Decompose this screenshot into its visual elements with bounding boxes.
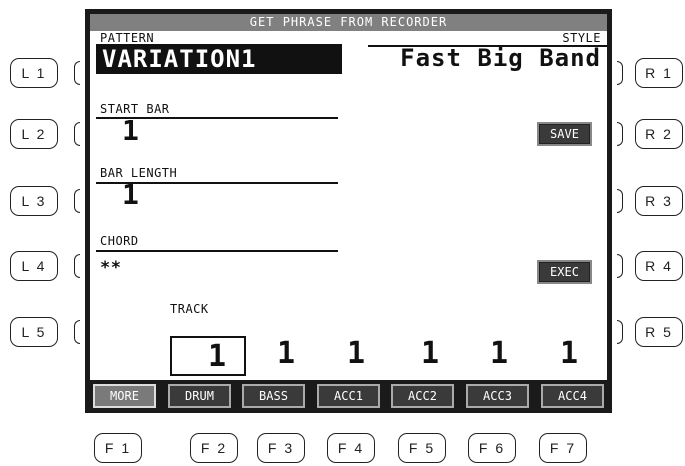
r5-button[interactable]: R 5 [635, 317, 683, 347]
tab-acc4[interactable]: ACC4 [541, 384, 604, 408]
r5-bracket [617, 320, 623, 344]
track-2-value[interactable]: 1 [266, 336, 306, 371]
f2-button[interactable]: F 2 [190, 433, 238, 463]
l4-bracket [74, 254, 80, 278]
lcd-screen: GET PHRASE FROM RECORDER PATTERN VARIATI… [85, 9, 612, 413]
chord-underline [96, 250, 338, 252]
f5-button[interactable]: F 5 [398, 433, 446, 463]
style-label: STYLE [562, 31, 601, 45]
l1-bracket [74, 61, 80, 85]
l1-button[interactable]: L 1 [10, 58, 58, 88]
track-label: TRACK [170, 302, 209, 316]
pattern-value[interactable]: VARIATION1 [96, 44, 342, 74]
r3-button[interactable]: R 3 [635, 186, 683, 216]
l2-bracket [74, 122, 80, 146]
r4-bracket [617, 254, 623, 278]
tab-bass[interactable]: BASS [242, 384, 305, 408]
style-value[interactable]: Fast Big Band [400, 44, 601, 72]
r2-button[interactable]: R 2 [635, 119, 683, 149]
l4-button[interactable]: L 4 [10, 251, 58, 281]
f4-button[interactable]: F 4 [327, 433, 375, 463]
l2-button[interactable]: L 2 [10, 119, 58, 149]
r3-bracket [617, 189, 623, 213]
r4-button[interactable]: R 4 [635, 251, 683, 281]
tab-acc3[interactable]: ACC3 [466, 384, 529, 408]
f3-button[interactable]: F 3 [257, 433, 305, 463]
f1-button[interactable]: F 1 [94, 433, 142, 463]
track-4-value[interactable]: 1 [410, 336, 450, 371]
tab-more[interactable]: MORE [93, 384, 156, 408]
l5-bracket [74, 320, 80, 344]
track-5-value[interactable]: 1 [479, 336, 519, 371]
chord-label: CHORD [100, 234, 139, 248]
chord-value[interactable]: ** [100, 258, 121, 278]
exec-button[interactable]: EXEC [537, 260, 592, 284]
f7-button[interactable]: F 7 [539, 433, 587, 463]
l5-button[interactable]: L 5 [10, 317, 58, 347]
save-button[interactable]: SAVE [537, 122, 592, 146]
tab-bar: MORE DRUM BASS ACC1 ACC2 ACC3 ACC4 [90, 380, 607, 408]
r1-button[interactable]: R 1 [635, 58, 683, 88]
start-bar-value[interactable]: 1 [122, 114, 139, 147]
screen-title: GET PHRASE FROM RECORDER [90, 14, 607, 31]
l3-button[interactable]: L 3 [10, 186, 58, 216]
track-3-value[interactable]: 1 [336, 336, 376, 371]
r1-bracket [617, 61, 623, 85]
l3-bracket [74, 189, 80, 213]
pattern-label: PATTERN [100, 31, 155, 45]
bar-length-value[interactable]: 1 [122, 178, 139, 211]
tab-drum[interactable]: DRUM [168, 384, 231, 408]
f6-button[interactable]: F 6 [468, 433, 516, 463]
r2-bracket [617, 122, 623, 146]
tab-acc1[interactable]: ACC1 [317, 384, 380, 408]
track-6-value[interactable]: 1 [549, 336, 589, 371]
tab-acc2[interactable]: ACC2 [391, 384, 454, 408]
track-1-value[interactable]: 1 [170, 336, 246, 376]
